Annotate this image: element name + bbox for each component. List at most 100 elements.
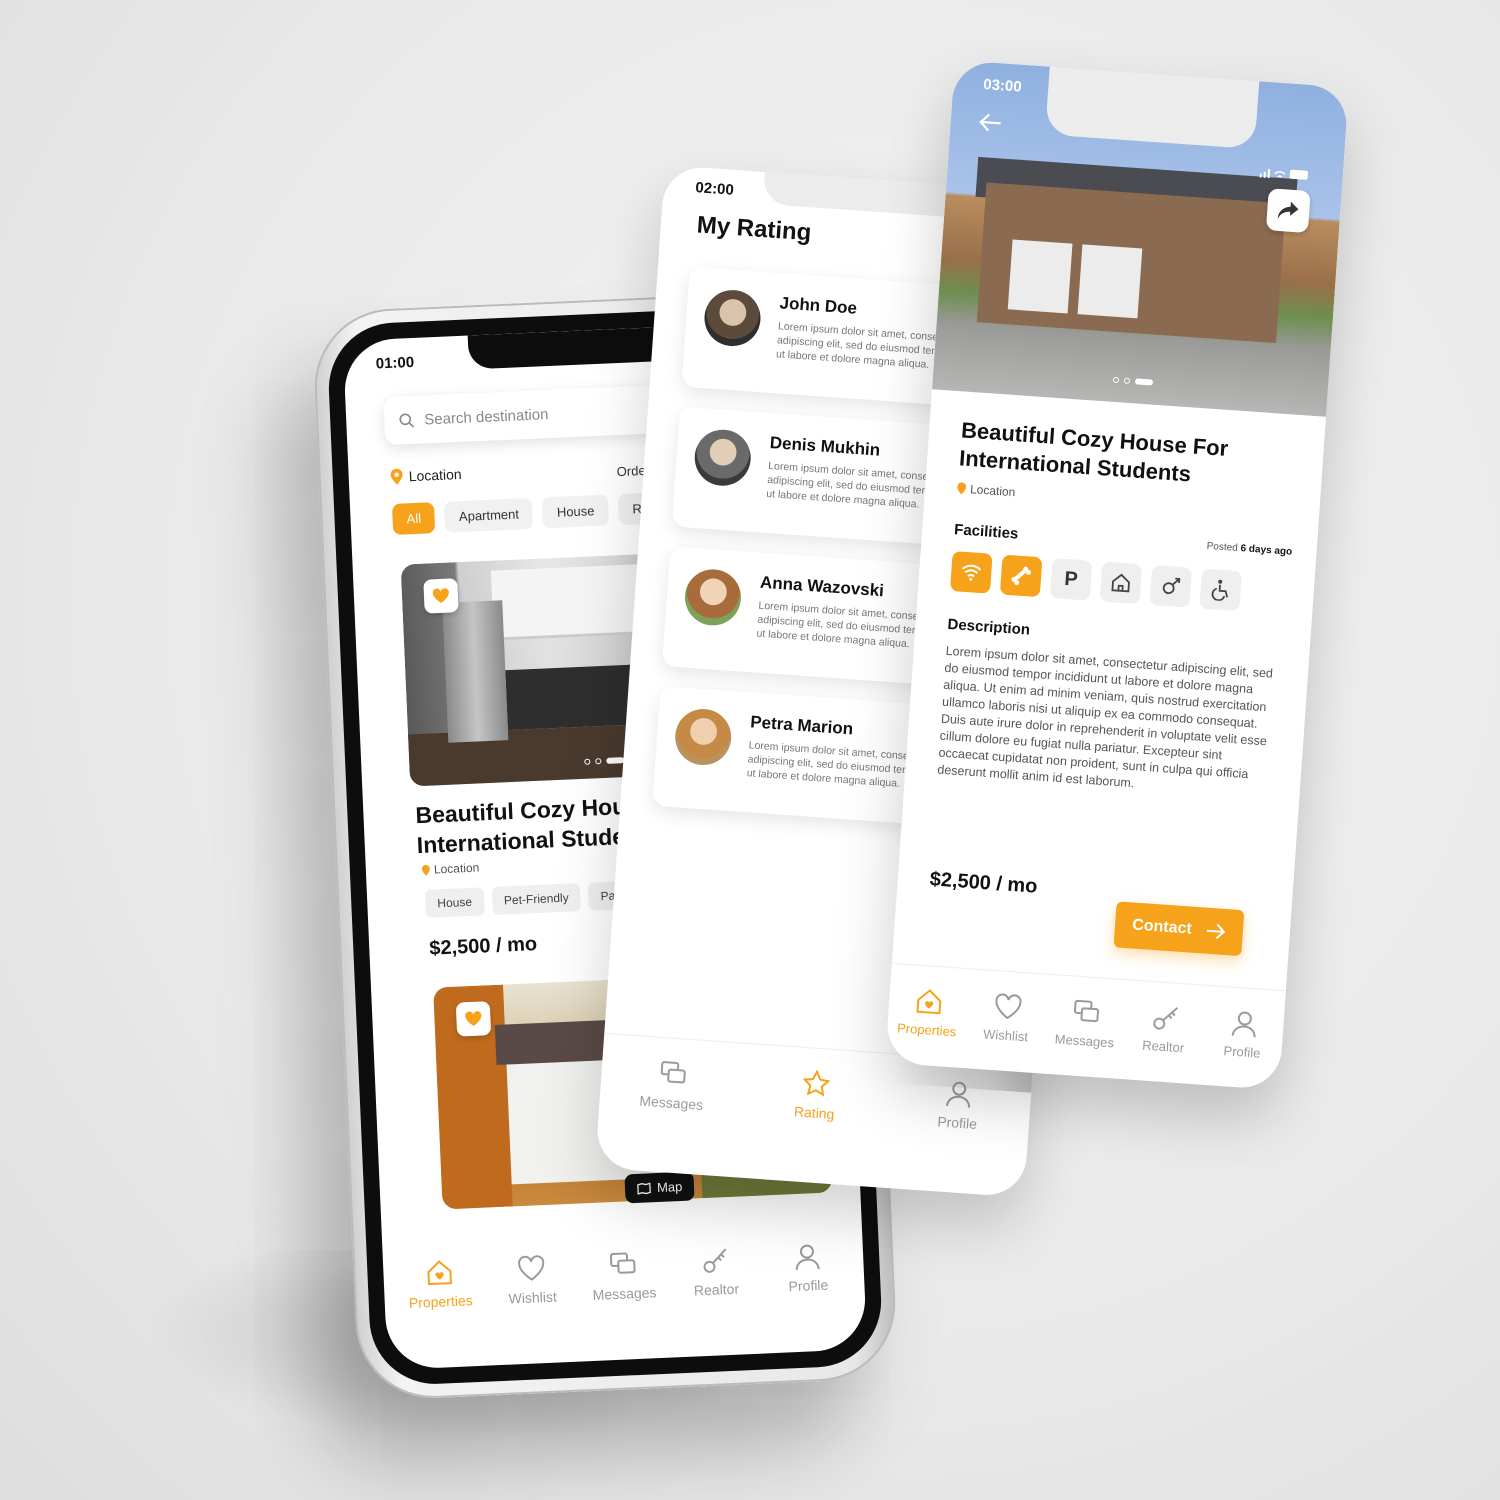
avatar (683, 567, 743, 628)
key-icon (703, 1248, 727, 1273)
nav-realtor[interactable]: Realtor (1123, 1000, 1205, 1056)
wishlist-button[interactable] (423, 578, 459, 614)
key-icon (1152, 1007, 1178, 1030)
tag-house: House (424, 887, 485, 918)
page-title: My Rating (695, 211, 813, 247)
reviewer-name: Petra Marion (749, 712, 854, 739)
status-time: 02:00 (694, 179, 735, 199)
accessible-icon (1211, 579, 1229, 602)
nav-label: Realtor (1141, 1037, 1185, 1056)
heart-outline-icon (518, 1255, 545, 1281)
facility-wifi[interactable] (949, 551, 993, 594)
gender-icon (1162, 577, 1181, 595)
nav-label: Wishlist (982, 1026, 1029, 1045)
back-button[interactable] (978, 112, 1004, 139)
detail-screen: 03:00 Beautiful Cozy House For Internati… (884, 60, 1350, 1091)
map-button[interactable]: Map (624, 1171, 695, 1204)
avatar (692, 427, 753, 488)
nav-wishlist[interactable]: Wishlist (486, 1252, 578, 1308)
nav-label: Messages (638, 1092, 704, 1113)
nav-label: Messages (1054, 1031, 1115, 1051)
location-pin-icon (957, 482, 967, 495)
map-icon (637, 1182, 651, 1195)
facility-house[interactable] (1099, 561, 1143, 605)
wishlist-button[interactable] (455, 1001, 492, 1037)
facility-accessible[interactable] (1199, 568, 1243, 612)
location-pin-icon (390, 468, 403, 485)
chat-icon (1073, 999, 1099, 1023)
pet-bone-icon (1011, 566, 1031, 586)
nav-rating[interactable]: Rating (769, 1066, 862, 1124)
description-text: Lorem ipsum dolor sit amet, consectetur … (936, 643, 1274, 791)
avatar (702, 288, 763, 348)
star-icon (802, 1069, 831, 1097)
arrow-right-icon (1206, 923, 1226, 940)
posted-prefix: Posted (1206, 540, 1239, 554)
home-icon (427, 1260, 453, 1286)
nav-messages[interactable]: Messages (578, 1248, 670, 1304)
photo-detail (1077, 244, 1143, 319)
nav-label: Profile (1223, 1043, 1261, 1061)
nav-label: Properties (408, 1292, 473, 1311)
heart-icon (465, 1011, 482, 1026)
nav-profile[interactable]: Profile (912, 1076, 1005, 1134)
filter-all[interactable]: All (391, 502, 436, 535)
home-icon (915, 989, 941, 1015)
property-title: Beautiful Cozy House For International S… (958, 417, 1230, 487)
nav-label: Messages (592, 1284, 657, 1303)
filter-apartment[interactable]: Apartment (444, 497, 534, 533)
listing-location-text: Location (433, 860, 480, 877)
share-button[interactable] (1265, 188, 1311, 234)
search-icon (399, 413, 415, 428)
location-selector[interactable]: Location (390, 466, 462, 485)
contact-button[interactable]: Contact (1113, 901, 1245, 957)
nav-label: Profile (936, 1113, 978, 1133)
user-icon (946, 1081, 971, 1108)
filter-chips: All Apartment House Ro (391, 492, 664, 535)
facility-gender[interactable] (1149, 564, 1193, 608)
filter-house[interactable]: House (542, 494, 610, 529)
share-icon (1277, 201, 1299, 219)
tag-pet-friendly: Pet-Friendly (491, 883, 582, 915)
chat-icon (609, 1252, 636, 1274)
heart-icon (432, 588, 449, 603)
listing-location: Location (421, 860, 480, 877)
reviewer-name: Denis Mukhin (769, 433, 881, 460)
property-price: $2,500 / mo (929, 868, 1039, 898)
nav-properties[interactable]: Properties (394, 1256, 486, 1312)
user-icon (795, 1244, 820, 1271)
heart-outline-icon (994, 993, 1022, 1020)
avatar (673, 707, 734, 767)
nav-properties[interactable]: Properties (887, 984, 969, 1040)
facility-parking[interactable]: P (1049, 558, 1093, 601)
bottom-nav: Properties Wishlist Messages Realtor Pro… (393, 1240, 856, 1340)
nav-label: Realtor (693, 1280, 740, 1299)
nav-realtor[interactable]: Realtor (670, 1244, 762, 1300)
parking-icon: P (1063, 567, 1079, 591)
status-time: 03:00 (982, 76, 1023, 96)
search-placeholder: Search destination (423, 405, 549, 428)
posted-date: Posted 6 days ago (1206, 541, 1292, 558)
location-pin-icon (421, 864, 430, 876)
contact-label: Contact (1131, 916, 1193, 938)
posted-value: 6 days ago (1240, 543, 1293, 558)
nav-messages[interactable]: Messages (1044, 995, 1126, 1051)
nav-label: Properties (896, 1020, 957, 1040)
map-label: Map (656, 1178, 683, 1196)
nav-wishlist[interactable]: Wishlist (966, 989, 1048, 1045)
reviewer-name: Anna Wazovski (759, 572, 885, 601)
location-text: Location (969, 482, 1016, 500)
listing-price: $2,500 / mo (428, 933, 538, 960)
description-heading: Description (947, 615, 1031, 639)
facilities-heading: Facilities (953, 521, 1019, 543)
location-label: Location (408, 465, 462, 485)
nav-messages[interactable]: Messages (626, 1056, 719, 1114)
user-icon (1231, 1011, 1256, 1038)
nav-profile[interactable]: Profile (762, 1240, 854, 1296)
wifi-icon (961, 564, 982, 581)
facility-pet[interactable] (999, 554, 1043, 598)
nav-label: Wishlist (508, 1288, 558, 1307)
nav-profile[interactable]: Profile (1202, 1006, 1284, 1062)
house-icon (1111, 573, 1130, 593)
arrow-left-icon (979, 113, 1001, 132)
